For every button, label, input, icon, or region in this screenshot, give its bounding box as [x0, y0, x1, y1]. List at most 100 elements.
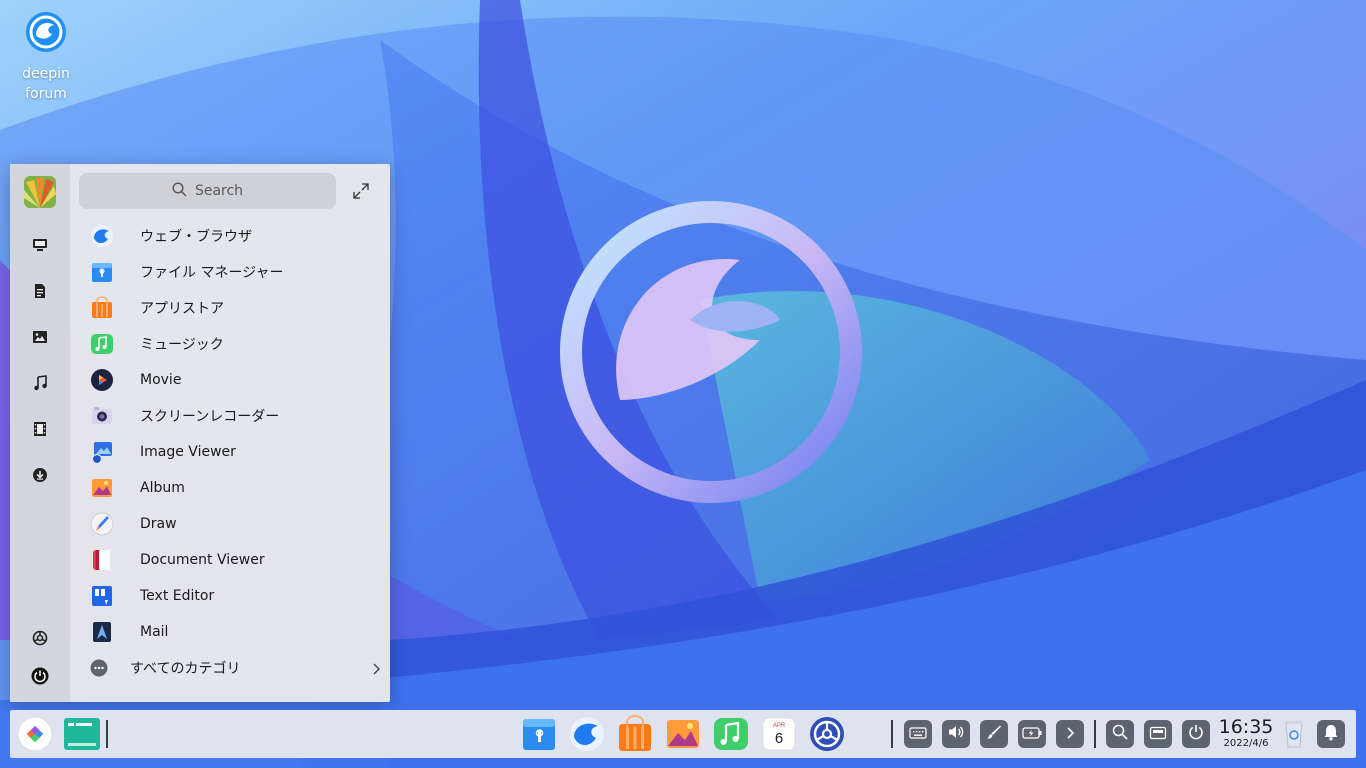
download-icon — [32, 467, 48, 487]
web-browser-icon — [568, 717, 606, 757]
app-label: Document Viewer — [140, 552, 265, 568]
app-label: Album — [140, 480, 185, 496]
tray-brush-button[interactable] — [980, 720, 1008, 748]
power-icon — [31, 667, 49, 689]
music-note-icon — [32, 375, 48, 395]
multitask-view-icon — [63, 718, 101, 757]
document-icon — [32, 283, 48, 303]
notification-center-button[interactable] — [1317, 720, 1345, 748]
dock-app-music[interactable] — [712, 715, 750, 753]
screen-recorder-icon — [90, 404, 114, 428]
category-download-button[interactable] — [28, 465, 52, 489]
app-label: Image Viewer — [140, 444, 236, 460]
app-item-image-viewer[interactable]: Image Viewer — [70, 434, 390, 470]
app-item-screen-recorder[interactable]: スクリーンレコーダー — [70, 398, 390, 434]
launcher-icon — [16, 716, 54, 757]
app-item-mail[interactable]: Mail — [70, 614, 390, 650]
tray-power-button[interactable] — [1182, 720, 1210, 748]
all-categories-button[interactable]: すべてのカテゴリ — [70, 650, 390, 686]
tray-battery-button[interactable] — [1018, 720, 1046, 748]
settings-icon — [32, 630, 48, 650]
dock-trash-button[interactable] — [1276, 715, 1312, 753]
web-browser-icon — [90, 224, 114, 248]
category-office-button[interactable] — [28, 281, 52, 305]
power-icon — [1187, 723, 1205, 745]
battery-icon — [1022, 725, 1042, 744]
app-item-document-viewer[interactable]: Document Viewer — [70, 542, 390, 578]
deepin-forum-icon — [24, 10, 68, 54]
dock-app-control-center[interactable] — [808, 715, 846, 753]
tray-volume-button[interactable] — [942, 720, 970, 748]
app-label: Movie — [140, 372, 182, 388]
tray-keyboard-button[interactable] — [904, 720, 932, 748]
launcher-settings-button[interactable] — [28, 628, 52, 652]
image-viewer-icon — [90, 440, 114, 465]
expand-icon — [350, 183, 372, 206]
control-center-icon — [808, 717, 846, 757]
trash-icon — [1276, 721, 1312, 757]
all-categories-label: すべてのカテゴリ — [130, 661, 241, 677]
document-viewer-icon — [90, 548, 114, 572]
album-icon — [90, 476, 114, 500]
desktop-icon-deepin-forum[interactable]: deepin forum — [10, 10, 82, 104]
mail-icon — [90, 620, 114, 644]
music-icon — [90, 332, 114, 356]
app-label: ミュージック — [140, 337, 224, 353]
dock-app-app-store[interactable] — [616, 715, 654, 753]
category-music-button[interactable] — [28, 373, 52, 397]
tray-show-desktop-button[interactable] — [1144, 720, 1172, 748]
app-label: Text Editor — [140, 588, 215, 604]
category-video-button[interactable] — [28, 419, 52, 443]
dock: APR 6 16:35 2022/4/6 — [10, 710, 1356, 758]
launcher-button[interactable] — [16, 715, 54, 753]
app-item-music[interactable]: ミュージック — [70, 326, 390, 362]
launcher-sidebar — [10, 164, 70, 702]
app-item-draw[interactable]: Draw — [70, 506, 390, 542]
launcher-menu: Search ウェブ・ブラウザ ファイル マネージャー アプリストア ミュージッ… — [10, 164, 390, 702]
dock-app-album[interactable] — [664, 715, 702, 753]
app-label: ウェブ・ブラウザ — [140, 229, 252, 245]
app-item-album[interactable]: Album — [70, 470, 390, 506]
multitask-view-button[interactable] — [63, 715, 101, 753]
app-item-text-editor[interactable]: Text Editor — [70, 578, 390, 614]
calendar-month: APR — [773, 723, 786, 729]
category-graphics-button[interactable] — [28, 327, 52, 351]
movie-icon — [90, 368, 114, 392]
fullscreen-toggle-button[interactable] — [350, 180, 372, 202]
app-item-file-manager[interactable]: ファイル マネージャー — [70, 254, 390, 290]
dock-app-file-manager[interactable] — [520, 715, 558, 753]
category-internet-button[interactable] — [28, 235, 52, 259]
clock-date: 2022/4/6 — [1223, 738, 1269, 749]
dock-app-web-browser[interactable] — [568, 715, 606, 753]
text-editor-icon — [90, 584, 114, 608]
app-item-movie[interactable]: Movie — [70, 362, 390, 398]
app-label: スクリーンレコーダー — [140, 409, 280, 425]
bell-icon — [1323, 723, 1339, 745]
app-store-icon — [90, 296, 114, 320]
clock-time: 16:35 — [1218, 716, 1274, 738]
dock-separator — [891, 720, 893, 748]
monitor-icon — [32, 237, 48, 257]
search-icon — [172, 181, 187, 201]
tray-expand-button[interactable] — [1056, 720, 1084, 748]
album-icon — [664, 720, 702, 757]
dock-app-calendar[interactable]: APR 6 — [760, 715, 798, 753]
launcher-power-button[interactable] — [28, 666, 52, 690]
search-icon — [1112, 724, 1128, 744]
search-placeholder: Search — [194, 183, 244, 199]
tray-search-button[interactable] — [1106, 720, 1134, 748]
more-icon — [90, 659, 108, 677]
app-item-app-store[interactable]: アプリストア — [70, 290, 390, 326]
chevron-right-icon — [1064, 725, 1076, 744]
file-manager-icon — [520, 719, 558, 757]
avatar[interactable] — [24, 176, 56, 208]
clock[interactable]: 16:35 2022/4/6 — [1218, 716, 1274, 750]
app-store-icon — [616, 715, 654, 757]
app-label: アプリストア — [140, 301, 224, 317]
music-icon — [712, 718, 750, 757]
chevron-right-icon — [370, 661, 382, 675]
search-input[interactable]: Search — [79, 173, 336, 209]
app-item-web-browser[interactable]: ウェブ・ブラウザ — [70, 218, 390, 254]
film-icon — [32, 421, 48, 441]
file-manager-icon — [90, 260, 114, 284]
